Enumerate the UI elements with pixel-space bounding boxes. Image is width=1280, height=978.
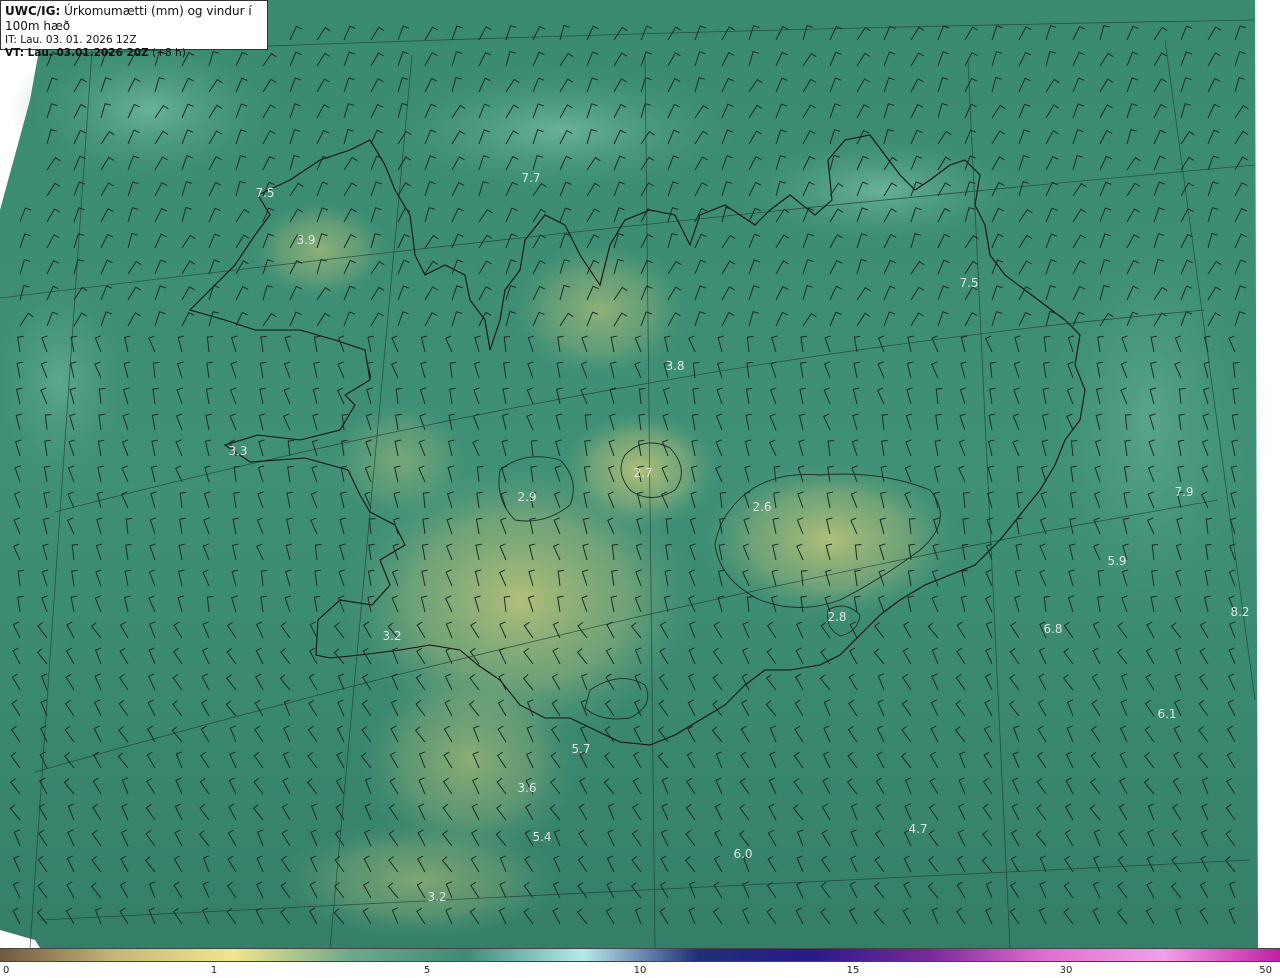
map-canvas: 7.7 7.5 3.9 7.5 3.8 3.3 2.7 2.9 2.8 7.9 5.9 8.2 6.8 2… bbox=[0, 0, 1280, 948]
label-snaefellsnes: 3.3 bbox=[228, 444, 247, 458]
valid-time: VT: Lau. 03.01.2026 20Z bbox=[5, 47, 149, 59]
colorbar: 0 1 5 10 15 30 50 bbox=[0, 948, 1280, 978]
label-east-sea: 7.9 bbox=[1174, 485, 1193, 499]
label-reykjanes: 3.2 bbox=[382, 629, 401, 643]
label-south-sea-2: 5.4 bbox=[532, 830, 551, 844]
label-south-coast: 5.7 bbox=[571, 742, 590, 756]
colorbar-tick-label: 0 bbox=[3, 965, 10, 976]
label-northeast: 7.5 bbox=[959, 276, 978, 290]
label-far-east: 8.2 bbox=[1230, 605, 1249, 619]
colorbar-tick-label: 1 bbox=[210, 965, 218, 976]
label-south-east-sea: 4.7 bbox=[908, 822, 927, 836]
colorbar-tick-label: 50 bbox=[1259, 965, 1272, 976]
label-southeast-far: 6.1 bbox=[1157, 707, 1176, 721]
colorbar-strip bbox=[0, 948, 1280, 962]
label-south-central-sea: 6.0 bbox=[733, 847, 752, 861]
colorbar-tick-label: 15 bbox=[846, 965, 860, 976]
valid-time-line: VT: Lau. 03.01.2026 20Z (+8 h) bbox=[5, 47, 263, 60]
label-langjokull: 2.9 bbox=[517, 490, 536, 504]
label-vatnajokull: 2.8 bbox=[827, 610, 846, 624]
map-title: UWC/IG: Úrkomumætti (mm) og vindur í 100… bbox=[5, 4, 263, 34]
colorbar-tick-label: 10 bbox=[633, 965, 647, 976]
colorbar-tick-label: 30 bbox=[1059, 965, 1073, 976]
label-southeast-sea: 6.8 bbox=[1043, 622, 1062, 636]
label-hofsjokull: 2.7 bbox=[633, 466, 652, 480]
label-westfjords: 3.9 bbox=[296, 233, 315, 247]
forecast-map: 7.7 7.5 3.9 7.5 3.8 3.3 2.7 2.9 2.8 7.9 5.9 8.2 6.8 2… bbox=[0, 0, 1280, 948]
label-north-sea: 7.7 bbox=[521, 171, 540, 185]
model-name: UWC/IG: bbox=[5, 4, 61, 18]
label-oraefi: 2.6 bbox=[752, 500, 771, 514]
init-time: IT: Lau. 03. 01. 2026 12Z bbox=[5, 34, 137, 46]
colorbar-tick-label: 5 bbox=[423, 965, 431, 976]
label-east-coast: 5.9 bbox=[1107, 554, 1126, 568]
valid-offset: (+8 h) bbox=[152, 47, 186, 59]
label-north-central: 3.8 bbox=[665, 359, 684, 373]
label-south-sea: 3.6 bbox=[517, 781, 536, 795]
map-info-box: UWC/IG: Úrkomumætti (mm) og vindur í 100… bbox=[0, 0, 268, 59]
label-westfjords-north: 7.5 bbox=[255, 186, 274, 200]
label-south-far: 3.2 bbox=[427, 890, 446, 904]
